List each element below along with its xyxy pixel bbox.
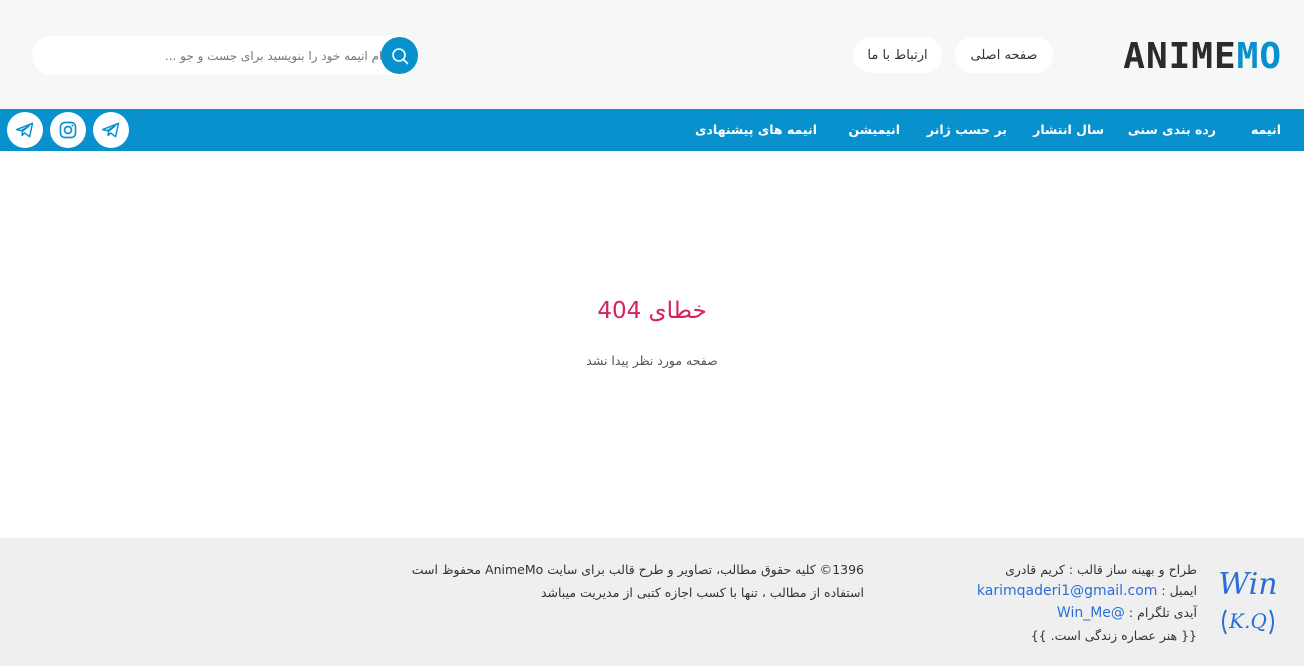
contact-button[interactable]: ارتباط با ما <box>853 37 942 73</box>
nav-item-anime[interactable]: انیمه <box>1251 109 1281 151</box>
search-button[interactable] <box>381 37 418 74</box>
nav-item-suggested[interactable]: انیمه های پیشنهادی <box>695 109 817 151</box>
home-button[interactable]: صفحه اصلی <box>955 37 1053 73</box>
social-instagram[interactable] <box>50 112 86 148</box>
footer-email-link[interactable]: karimqaderi1@gmail.com <box>977 583 1157 599</box>
search-input[interactable] <box>46 36 388 75</box>
designer-logo-line2: K.Q <box>1228 609 1267 633</box>
designer-logo-line1: Win <box>1218 567 1277 602</box>
instagram-icon <box>59 121 77 139</box>
site-header: ANIME MO صفحه اصلی ارتباط با ما <box>0 0 1304 109</box>
error-title: خطای 404 <box>597 298 707 324</box>
search-box <box>32 36 418 75</box>
footer-email-row: ایمیل : karimqaderi1@gmail.com <box>977 583 1197 599</box>
logo-text-blue: MO <box>1236 35 1282 77</box>
footer-copyright-1: 1396© کلیه حقوق مطالب، تصاویر و طرح قالب… <box>411 562 864 577</box>
social-telegram-2[interactable] <box>93 112 129 148</box>
telegram-icon <box>15 122 34 138</box>
footer-designer: طراح و بهینه ساز قالب : کریم قادری <box>1005 562 1197 577</box>
footer-telegram-label: آیدی تلگرام : <box>1128 605 1197 620</box>
nav-item-release-year[interactable]: سال انتشار <box>1033 109 1104 151</box>
footer-telegram-row: آیدی تلگرام : @Win_Me <box>1057 605 1197 621</box>
telegram-icon <box>101 122 120 138</box>
error-subtitle: صفحه مورد نظر پیدا نشد <box>586 353 718 368</box>
footer-copyright-2: استفاده از مطالب ، تنها با کسب اجازه کتب… <box>540 585 864 600</box>
logo-text-dark: ANIME <box>1123 35 1237 77</box>
search-icon <box>391 47 408 64</box>
nav-item-age-rating[interactable]: رده بندی سنی <box>1128 109 1216 151</box>
site-logo[interactable]: ANIME MO <box>1123 35 1282 77</box>
nav-item-animation[interactable]: انیمیشن <box>848 109 900 151</box>
footer-email-label: ایمیل : <box>1161 583 1197 598</box>
footer-telegram-link[interactable]: @Win_Me <box>1057 605 1125 621</box>
footer-motto: {{ هنر عصاره زندگی است. }} <box>1030 628 1197 643</box>
nav-item-genre[interactable]: بر حسب ژانر <box>927 109 1007 151</box>
main-nav: انیمه رده بندی سنی سال انتشار بر حسب ژان… <box>0 109 1304 151</box>
designer-logo: Win K.Q <box>1218 567 1278 635</box>
social-telegram-1[interactable] <box>7 112 43 148</box>
site-footer <box>0 538 1304 666</box>
